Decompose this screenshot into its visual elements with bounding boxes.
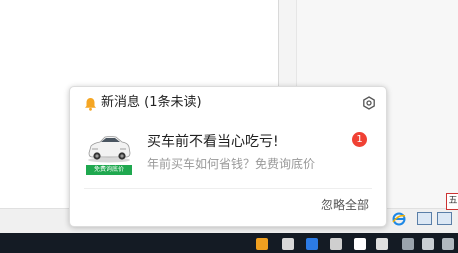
notification-thumbnail[interactable]: 免费询底价 (86, 131, 132, 175)
ie-icon[interactable] (392, 211, 406, 226)
tray-volume-icon[interactable] (422, 238, 434, 250)
taskbar (0, 233, 458, 253)
tray-app-icon-1[interactable] (256, 238, 268, 250)
tray-app-icon-6[interactable] (376, 238, 388, 250)
tray-app-icon-3[interactable] (306, 238, 318, 250)
gear-icon[interactable] (362, 95, 376, 110)
window-icon-2[interactable] (437, 212, 452, 225)
notification-title: 新消息 (1条未读) (101, 95, 202, 110)
tray-input-icon[interactable] (442, 238, 454, 250)
ignore-all-link[interactable]: 忽略全部 (321, 197, 369, 213)
car-image (86, 131, 132, 165)
thumbnail-tag: 免费询底价 (86, 165, 132, 175)
window-icon[interactable] (417, 212, 432, 225)
ime-indicator[interactable]: 五 (446, 193, 458, 210)
notification-message-title[interactable]: 买车前不看当心吃亏! (147, 133, 279, 151)
divider (84, 188, 372, 189)
tray-app-icon-2[interactable] (282, 238, 294, 250)
notification-popup: 新消息 (1条未读) 免费询底价 买车前不看当心吃亏! 年前买车如何省钱？免费询… (69, 86, 387, 227)
notification-message-subtitle[interactable]: 年前买车如何省钱？免费询底价 (147, 156, 315, 172)
notification-header: 新消息 (1条未读) (84, 95, 202, 111)
bell-icon (84, 96, 97, 111)
tray-network-icon[interactable] (402, 238, 414, 250)
tray-app-icon-5[interactable] (354, 238, 366, 250)
unread-count-badge: 1 (352, 132, 367, 147)
tray-app-icon-4[interactable] (330, 238, 342, 250)
